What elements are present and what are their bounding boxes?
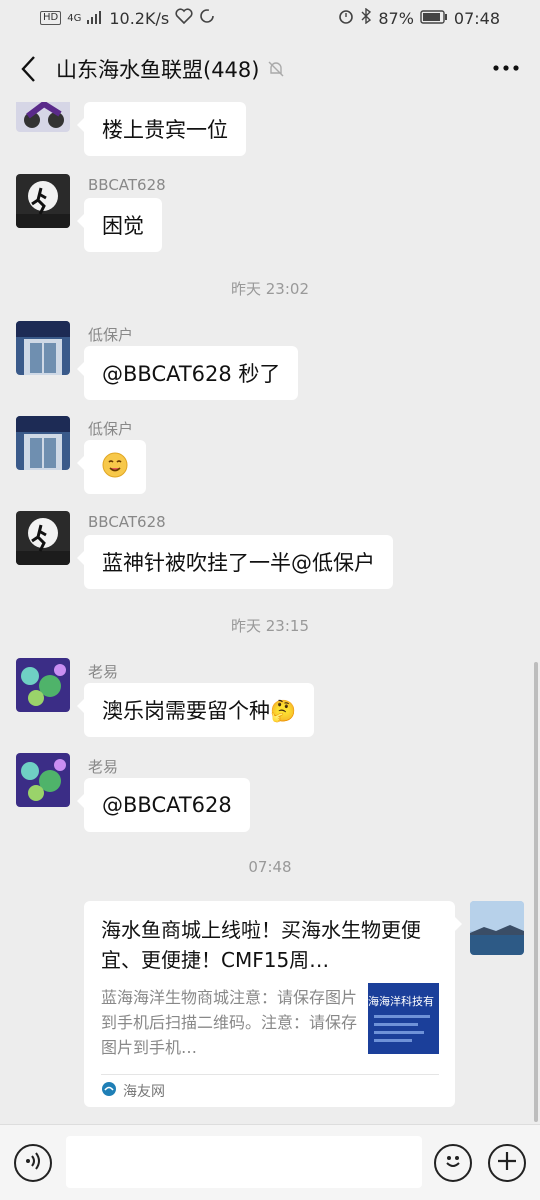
chat-header: 山东海水鱼联盟(448): [0, 36, 540, 102]
message-bubble[interactable]: [77, 440, 146, 494]
hd-badge: HD: [40, 11, 62, 25]
timestamp: 07:48: [248, 858, 292, 876]
emoji-yum-icon: [102, 452, 128, 483]
link-card-thumbnail: 海海洋科技有: [368, 983, 439, 1054]
network-type: 4G: [67, 12, 82, 24]
link-card-description: 蓝海海洋生物商城注意：请保存图片到手机后扫描二维码。注意：请保存图片到手机…: [101, 988, 358, 1057]
scrollbar[interactable]: [534, 662, 538, 1122]
sender-name: 低保户: [88, 326, 134, 344]
sender-name: 低保户: [88, 420, 134, 438]
message-text: 蓝神针被吹挂了一半@低保户: [102, 551, 375, 575]
back-arrow-icon[interactable]: [0, 36, 56, 102]
sender-name: 老易: [88, 758, 119, 776]
message-bubble[interactable]: @BBCAT628: [77, 778, 250, 832]
coral-avatar[interactable]: [16, 753, 70, 807]
shop-front-avatar[interactable]: [16, 321, 70, 375]
input-bar: [0, 1124, 540, 1200]
chat-title: 山东海水鱼联盟(448): [56, 58, 260, 82]
sender-name: BBCAT628: [88, 176, 166, 194]
timestamp: 昨天 23:15: [231, 617, 309, 635]
battery-icon: [420, 9, 448, 28]
message-bubble[interactable]: 楼上贵宾一位: [77, 102, 246, 156]
message-bubble[interactable]: 澳乐岗需要留个种🤔: [76, 683, 315, 737]
timestamp: 昨天 23:02: [231, 280, 309, 298]
smiley-icon: [441, 1149, 465, 1177]
shop-front-avatar[interactable]: [16, 416, 70, 470]
message-text: 楼上贵宾一位: [102, 118, 228, 142]
chat-message-list[interactable]: 楼上贵宾一位 BBCAT628 困觉 昨天 23:02 低保户 @BBCAT62…: [0, 102, 540, 1124]
runner-moon-avatar[interactable]: [16, 511, 70, 565]
message-bubble[interactable]: 蓝神针被吹挂了一半@低保户: [77, 535, 393, 589]
status-time: 07:48: [453, 8, 500, 28]
coral-avatar[interactable]: [16, 658, 70, 712]
message-bubble[interactable]: @BBCAT628 秒了: [76, 346, 299, 400]
status-bar: HD 4G 10.2K/s 87% 07:48: [0, 0, 540, 36]
sea-landscape-avatar[interactable]: [470, 901, 524, 955]
message-text: 澳乐岗需要留个种🤔: [102, 699, 297, 723]
message-bubble[interactable]: 困觉: [77, 198, 162, 252]
plus-icon: [496, 1150, 518, 1176]
network-speed: 10.2K/s: [109, 8, 170, 28]
sender-name: 老易: [88, 663, 119, 681]
sender-name: BBCAT628: [88, 513, 166, 531]
more-options-icon[interactable]: [490, 56, 522, 80]
message-input[interactable]: [66, 1136, 422, 1188]
message-text: @BBCAT628 秒了: [102, 362, 281, 386]
bluetooth-icon: [360, 7, 372, 28]
battery-percent: 87%: [378, 8, 414, 28]
loading-icon: [199, 8, 215, 28]
more-functions-button[interactable]: [488, 1144, 526, 1182]
voice-icon: [23, 1151, 43, 1175]
voice-input-button[interactable]: [14, 1144, 52, 1182]
heart-rate-icon: [175, 8, 193, 28]
signal-icon: [87, 9, 103, 28]
runner-moon-avatar[interactable]: [16, 174, 70, 228]
link-card-title: 海水鱼商城上线啦！买海水生物更便宜、更便捷！CMF15周…: [101, 918, 421, 972]
card-divider: [101, 1074, 439, 1075]
link-card-source: 海友网: [101, 1081, 165, 1101]
source-logo-icon: [101, 1081, 117, 1101]
message-text: 困觉: [102, 214, 144, 238]
motorcycle-avatar[interactable]: [16, 102, 70, 132]
message-text: @BBCAT628: [102, 793, 232, 817]
emoji-button[interactable]: [434, 1144, 472, 1182]
mute-bell-icon: [265, 58, 287, 80]
link-card[interactable]: 海水鱼商城上线啦！买海水生物更便宜、更便捷！CMF15周… 蓝海海洋生物商城注意…: [84, 901, 462, 1107]
alarm-icon: [338, 8, 354, 28]
source-name: 海友网: [123, 1084, 165, 1100]
